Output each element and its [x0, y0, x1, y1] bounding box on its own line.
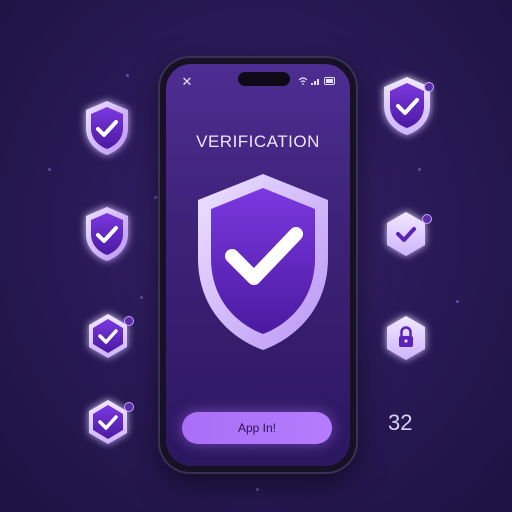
sparkle [154, 196, 157, 199]
shield-check-icon [82, 204, 132, 264]
page-title: VERIFICATION [196, 132, 320, 151]
hexagon-check-icon [380, 208, 432, 260]
hexagon-check-icon [82, 310, 134, 362]
sparkle [418, 168, 421, 171]
hexagon-check-icon [82, 396, 134, 448]
shield-check-icon [82, 98, 132, 158]
wifi-icon [298, 77, 308, 85]
camera-notch [238, 72, 290, 86]
sparkle [48, 168, 51, 171]
signal-icon [311, 79, 319, 85]
sparkle [126, 74, 129, 77]
status-bar [298, 76, 336, 86]
sparkle [140, 296, 143, 299]
counter-label: 32 [388, 410, 413, 435]
shield-check-icon [380, 74, 434, 138]
hexagon-lock-icon [380, 312, 432, 364]
phone-frame: ✕ VERIFICATION App In! [160, 58, 356, 472]
battery-icon [324, 77, 335, 85]
sparkle [456, 300, 459, 303]
close-icon[interactable]: ✕ [180, 75, 194, 89]
phone-screen: ✕ VERIFICATION App In! [166, 64, 350, 466]
shield-check-icon [188, 168, 338, 358]
app-in-button[interactable]: App In! [182, 412, 332, 444]
sparkle [256, 488, 259, 491]
